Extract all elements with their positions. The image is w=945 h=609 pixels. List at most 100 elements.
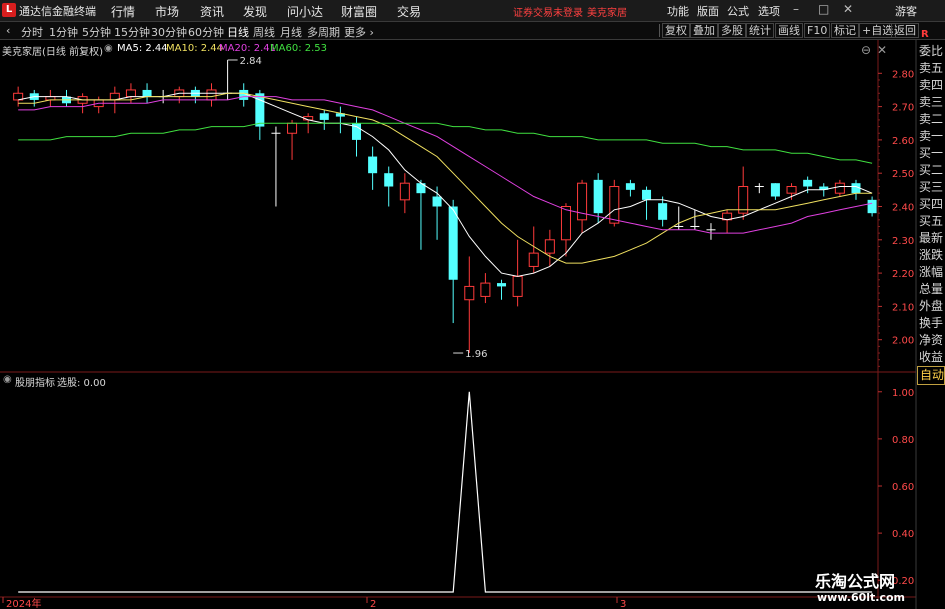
watermark-title: 乐淘公式网 xyxy=(815,572,896,591)
candle xyxy=(512,239,523,307)
candle xyxy=(61,89,71,107)
candle xyxy=(722,209,733,234)
y-tick-label: 2.30 xyxy=(892,236,914,247)
y-tick-label: 2.40 xyxy=(892,203,914,214)
candle xyxy=(754,183,764,194)
candle xyxy=(190,86,200,104)
candle-body xyxy=(448,206,458,280)
candle xyxy=(206,83,217,107)
candle xyxy=(335,106,345,134)
y-tick-label: 2.50 xyxy=(892,169,914,180)
candle xyxy=(690,209,700,230)
side-latest[interactable]: 最新 xyxy=(917,230,945,247)
candle xyxy=(625,179,635,197)
side-weibi[interactable]: 委比 xyxy=(917,43,945,60)
candle xyxy=(642,186,652,220)
candle xyxy=(174,86,185,104)
candle xyxy=(528,226,539,274)
candle-body xyxy=(609,186,620,224)
side-buy5[interactable]: 买五 xyxy=(917,213,945,230)
candle xyxy=(271,126,281,207)
candle xyxy=(497,279,507,300)
y-tick-label: 2.70 xyxy=(892,103,914,114)
r-marker: R xyxy=(921,29,929,40)
candle xyxy=(464,256,475,354)
x-tick-label: 2 xyxy=(370,599,376,609)
candle xyxy=(45,89,56,107)
candle xyxy=(834,179,845,197)
side-sell5[interactable]: 卖五 xyxy=(917,60,945,77)
candle-body xyxy=(658,203,668,220)
sub-y-tick-label: 0.40 xyxy=(892,529,914,540)
candle xyxy=(658,196,668,227)
candle-body xyxy=(512,275,523,297)
stock-chart[interactable]: R 2.80 2.70 2.60 2.50 2.40 2.30 2.20 2.10 2.00 1.0… xyxy=(0,0,945,609)
candle xyxy=(432,186,442,240)
side-buy1[interactable]: 买一 xyxy=(917,145,945,162)
candle-body xyxy=(528,252,539,267)
sub-y-tick-label: 1.00 xyxy=(892,388,914,399)
annotation-label: 1.96 xyxy=(465,349,487,360)
candle-body xyxy=(464,285,475,301)
candle-body xyxy=(142,89,152,97)
candle-body xyxy=(125,89,136,98)
candle-body xyxy=(432,196,442,207)
candle xyxy=(368,146,378,190)
candle xyxy=(384,166,394,207)
side-earnings[interactable]: 收益 xyxy=(917,349,945,366)
indicator-line xyxy=(18,391,873,593)
side-turnover[interactable]: 换手 xyxy=(917,315,945,332)
sub-y-tick-label: 0.60 xyxy=(892,482,914,493)
candle-body xyxy=(560,206,571,241)
candle-body xyxy=(867,199,877,214)
candle xyxy=(851,179,861,200)
candle-body xyxy=(384,173,394,187)
candle xyxy=(867,196,877,217)
side-buy3[interactable]: 买三 xyxy=(917,179,945,196)
candle-body xyxy=(803,179,813,187)
ma10-line xyxy=(18,92,873,264)
candle xyxy=(416,179,426,250)
candle xyxy=(706,223,716,240)
candle xyxy=(577,179,588,234)
price-annotation: 2.84 xyxy=(227,56,262,67)
candle xyxy=(77,93,88,114)
candle xyxy=(29,89,39,107)
side-buy2[interactable]: 买二 xyxy=(917,162,945,179)
candle xyxy=(674,206,684,230)
candle-body xyxy=(206,89,217,101)
side-sell3[interactable]: 卖三 xyxy=(917,94,945,111)
ma5-line xyxy=(18,92,873,277)
candle-body xyxy=(770,183,780,197)
candle-body xyxy=(480,282,491,297)
ma60-line xyxy=(18,122,873,164)
candle-body xyxy=(544,239,555,254)
watermark-url: www.60lt.com xyxy=(817,591,906,604)
price-annotation: 1.96 xyxy=(453,349,487,360)
candle-body xyxy=(399,182,410,201)
side-sell2[interactable]: 卖二 xyxy=(917,111,945,128)
candle-body xyxy=(834,182,845,194)
sub-y-tick-label: 0.80 xyxy=(892,435,914,446)
side-volume[interactable]: 总量 xyxy=(917,281,945,298)
candle xyxy=(770,183,780,200)
candle-body xyxy=(497,283,507,287)
side-change-pct[interactable]: 涨幅 xyxy=(917,264,945,281)
quote-side-panel: 委比 卖五 卖四 卖三 卖二 卖一 买一 买二 买三 买四 买五 最新 涨跌 涨… xyxy=(917,43,945,385)
candle-body xyxy=(287,122,298,134)
annotation-label: 2.84 xyxy=(240,56,262,67)
side-change[interactable]: 涨跌 xyxy=(917,247,945,264)
candle-body xyxy=(319,113,329,120)
candle xyxy=(399,173,410,214)
candle xyxy=(480,273,491,304)
candle xyxy=(142,83,152,104)
y-tick-label: 2.80 xyxy=(892,69,914,80)
side-sell1[interactable]: 卖一 xyxy=(917,128,945,145)
side-buy4[interactable]: 买四 xyxy=(917,196,945,213)
candle xyxy=(448,199,458,324)
side-auto[interactable]: 自动 xyxy=(917,366,945,385)
side-outer[interactable]: 外盘 xyxy=(917,298,945,315)
candle xyxy=(287,119,298,160)
side-netasset[interactable]: 净资 xyxy=(917,332,945,349)
side-sell4[interactable]: 卖四 xyxy=(917,77,945,94)
